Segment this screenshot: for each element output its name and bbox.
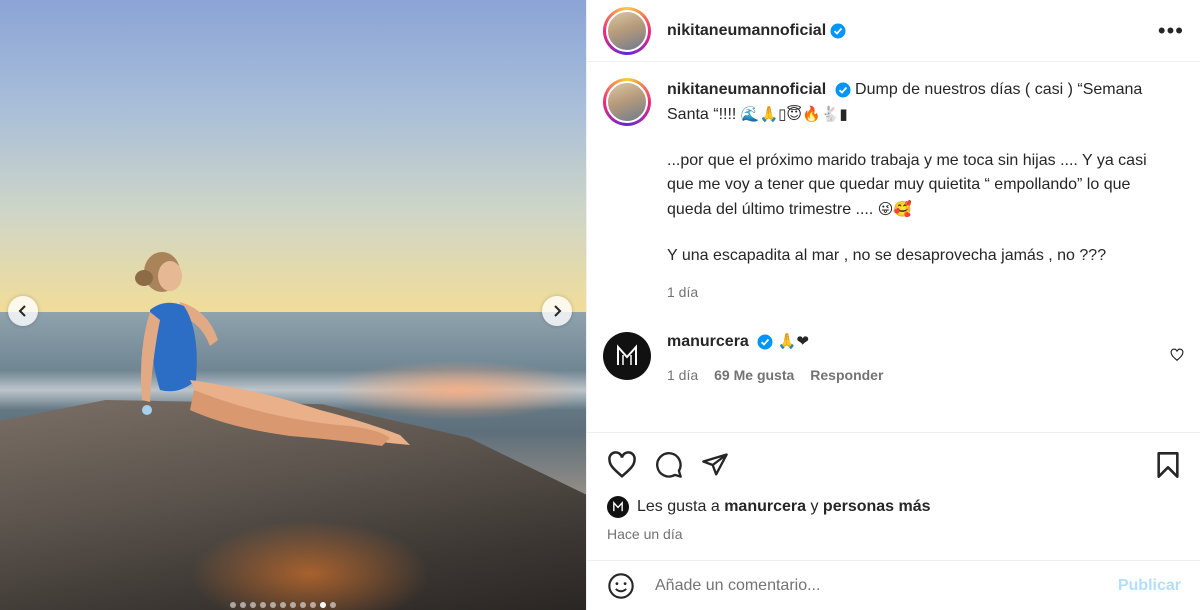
carousel-dot [300, 602, 306, 608]
post-panel: nikitaneumannoficial ••• nikitaneumannof… [586, 0, 1200, 610]
caption-paragraph-3: Y una escapadita al mar , no se desaprov… [667, 247, 1107, 264]
mr-logo-icon [617, 344, 637, 365]
verified-badge-icon [757, 334, 773, 350]
comment-bubble-icon[interactable] [655, 451, 683, 479]
reply-button[interactable]: Responder [810, 367, 883, 383]
carousel-dot-active [320, 602, 326, 608]
next-photo-button[interactable] [542, 296, 572, 326]
save-bookmark-icon[interactable] [1156, 451, 1180, 479]
previous-photo-button[interactable] [8, 296, 38, 326]
likes-summary: Les gusta a manurcera y personas más [587, 496, 1200, 518]
carousel-dot [230, 602, 236, 608]
carousel-dot [310, 602, 316, 608]
caption-paragraph-2: ...por que el próximo marido trabaja y m… [667, 152, 1147, 218]
carousel-dot [280, 602, 286, 608]
post-header: nikitaneumannoficial ••• [587, 0, 1200, 62]
chevron-left-icon [18, 305, 26, 317]
carousel-dot [240, 602, 246, 608]
verified-badge-icon [830, 23, 846, 38]
carousel-dots [230, 602, 336, 608]
chevron-right-icon [554, 305, 562, 317]
author-avatar[interactable] [603, 6, 651, 55]
comment-time[interactable]: 1 día [667, 367, 698, 383]
caption-text: nikitaneumannoficial Dump de nuestros dí… [667, 78, 1167, 304]
carousel-dot [330, 602, 336, 608]
publish-button[interactable]: Publicar [1118, 577, 1181, 595]
post-action-bar [587, 432, 1200, 496]
carousel-dot [270, 602, 276, 608]
more-options-icon[interactable]: ••• [1158, 19, 1184, 42]
author-username[interactable]: nikitaneumannoficial [667, 22, 826, 40]
verified-badge-icon [835, 82, 851, 98]
caption-para2-emojis: 😜🥰 [877, 200, 913, 218]
caption-time[interactable]: 1 día [667, 280, 1167, 304]
likes-user[interactable]: manurcera [724, 498, 806, 516]
liker-avatar[interactable] [607, 496, 629, 518]
commenter-username[interactable]: manurcera [667, 333, 749, 350]
post-photo[interactable] [0, 0, 586, 610]
comment-body: manurcera 🙏❤ 1 día 69 Me gusta Responder [667, 332, 883, 383]
like-heart-icon[interactable] [607, 450, 637, 480]
share-send-icon[interactable] [701, 451, 729, 479]
caption: nikitaneumannoficial Dump de nuestros dí… [603, 78, 1184, 304]
carousel-dot [290, 602, 296, 608]
add-comment-bar: Añade un comentario... Publicar [587, 560, 1200, 610]
likes-others[interactable]: personas más [823, 498, 931, 516]
commenter-avatar[interactable] [603, 332, 651, 380]
comment-input[interactable]: Añade un comentario... [655, 577, 1118, 595]
comment-actions: 1 día 69 Me gusta Responder [667, 367, 883, 383]
carousel-dot [260, 602, 266, 608]
likes-connector: y [810, 498, 819, 515]
likes-prefix: Les gusta a [637, 498, 720, 515]
comment-like-heart-icon[interactable] [1170, 348, 1184, 362]
caption-username[interactable]: nikitaneumannoficial [667, 81, 826, 98]
emoji-smiley-icon[interactable] [607, 572, 635, 600]
mr-logo-icon [613, 501, 623, 512]
comments-section: nikitaneumannoficial Dump de nuestros dí… [587, 62, 1200, 432]
comment-text: 🙏❤ [777, 332, 809, 350]
comment-likes[interactable]: 69 Me gusta [714, 367, 794, 383]
post-timestamp[interactable]: Hace un día [587, 518, 1200, 542]
comment-item: manurcera 🙏❤ 1 día 69 Me gusta Responder [603, 332, 1184, 383]
carousel-dot [250, 602, 256, 608]
rock-glow [190, 520, 430, 610]
woman-figure [135, 252, 410, 446]
caption-avatar[interactable] [603, 78, 651, 126]
caption-emojis: 🌊🙏▯😇🔥🐇▮ [740, 105, 848, 123]
